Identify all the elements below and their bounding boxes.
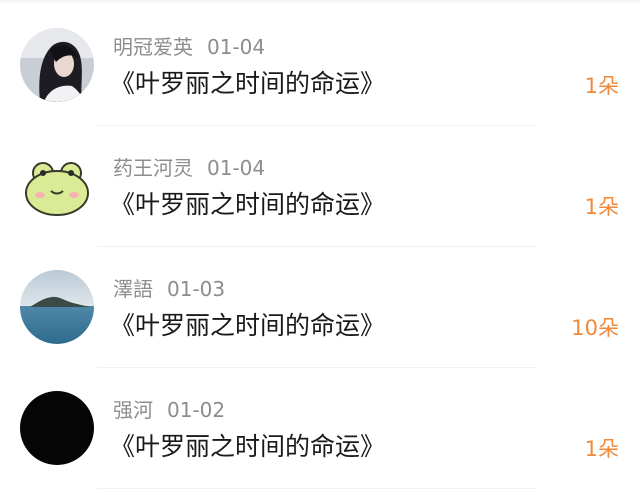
list-item[interactable]: 明冠爱英 01-04 《叶罗丽之时间的命运》 1朵 <box>0 6 640 127</box>
girl-photo-avatar-icon <box>20 28 94 102</box>
record-meta: 明冠爱英 01-04 <box>113 35 265 59</box>
book-title[interactable]: 《叶罗丽之时间的命运》 <box>110 432 385 462</box>
book-title[interactable]: 《叶罗丽之时间的命运》 <box>110 311 385 341</box>
username[interactable]: 强河 <box>113 398 153 422</box>
record-meta: 澤語 01-03 <box>113 277 225 301</box>
flower-count: 1朵 <box>584 195 619 219</box>
flower-count: 10朵 <box>571 316 619 340</box>
record-meta: 药王河灵 01-04 <box>113 156 265 180</box>
user-avatar[interactable] <box>20 28 94 102</box>
row-divider <box>97 125 537 126</box>
record-date: 01-02 <box>167 398 226 422</box>
black-avatar-icon <box>20 391 94 465</box>
row-divider <box>97 367 537 368</box>
top-divider <box>0 0 640 4</box>
flower-count: 1朵 <box>584 74 619 98</box>
username[interactable]: 药王河灵 <box>113 156 193 180</box>
record-meta: 强河 01-02 <box>113 398 225 422</box>
gift-record-list: 明冠爱英 01-04 《叶罗丽之时间的命运》 1朵 药王河灵 01-04 《叶罗丽之… <box>0 0 640 500</box>
username[interactable]: 明冠爱英 <box>113 35 193 59</box>
list-item[interactable]: 澤語 01-03 《叶罗丽之时间的命运》 10朵 <box>0 248 640 369</box>
book-title[interactable]: 《叶罗丽之时间的命运》 <box>110 69 385 99</box>
record-date: 01-04 <box>207 35 266 59</box>
flower-count: 1朵 <box>584 437 619 461</box>
row-divider <box>97 488 537 489</box>
lake-landscape-avatar-icon <box>20 270 94 344</box>
user-avatar[interactable] <box>20 391 94 465</box>
user-avatar[interactable] <box>20 270 94 344</box>
record-date: 01-03 <box>167 277 226 301</box>
list-item[interactable]: 强河 01-02 《叶罗丽之时间的命运》 1朵 <box>0 369 640 490</box>
book-title[interactable]: 《叶罗丽之时间的命运》 <box>110 190 385 220</box>
record-date: 01-04 <box>207 156 266 180</box>
list-item[interactable]: 药王河灵 01-04 《叶罗丽之时间的命运》 1朵 <box>0 127 640 248</box>
frog-avatar-icon <box>20 149 94 223</box>
username[interactable]: 澤語 <box>113 277 153 301</box>
user-avatar[interactable] <box>20 149 94 223</box>
row-divider <box>97 246 537 247</box>
